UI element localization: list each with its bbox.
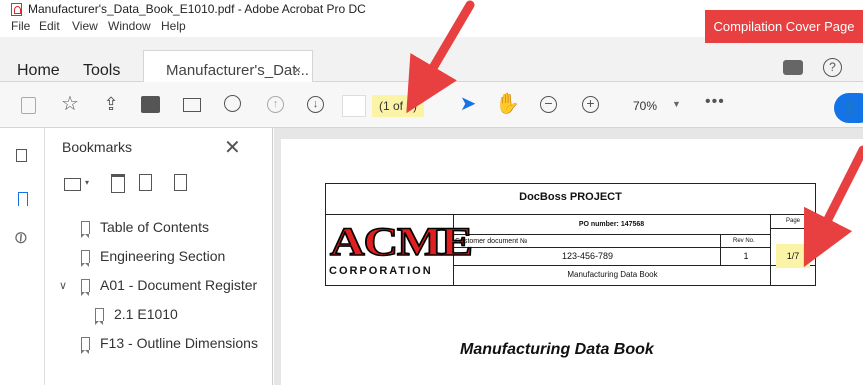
bookmarks-title: Bookmarks xyxy=(62,139,133,155)
add-user-button[interactable]: 👤 xyxy=(834,93,863,123)
table-rule xyxy=(325,214,816,215)
bookmark-item[interactable]: Table of Contents xyxy=(100,219,209,235)
zoom-in-icon[interactable]: + xyxy=(582,96,599,113)
hand-tool-icon[interactable]: ✋ xyxy=(495,92,520,116)
tab-tools[interactable]: Tools xyxy=(83,62,120,80)
menu-view[interactable]: View xyxy=(72,19,98,33)
next-page-icon[interactable]: ↓ xyxy=(307,96,324,113)
email-icon[interactable] xyxy=(183,98,201,112)
page-number-input[interactable] xyxy=(342,95,366,117)
bookmark-star-icon[interactable]: ☆ xyxy=(58,92,82,116)
pdf-file-icon xyxy=(11,3,22,16)
more-tools-button[interactable]: ••• xyxy=(705,93,725,111)
tabs-row xyxy=(0,37,863,82)
add-user-icon: 👤 xyxy=(842,100,859,115)
zoom-out-icon[interactable]: − xyxy=(540,96,557,113)
menu-file[interactable]: File xyxy=(11,19,30,33)
menu-window[interactable]: Window xyxy=(108,19,151,33)
table-rule xyxy=(770,228,816,229)
page-label: Page xyxy=(786,218,801,224)
help-icon[interactable]: ? xyxy=(823,58,842,77)
bookmark-item[interactable]: A01 - Document Register xyxy=(100,277,257,293)
menu-help[interactable]: Help xyxy=(161,19,186,33)
rev-label: Rev No. xyxy=(733,238,755,244)
zoom-level[interactable]: 70% xyxy=(633,99,657,113)
page-count: (1 of 7) xyxy=(372,95,424,117)
page-value: 1/7 xyxy=(786,251,800,261)
close-panel-button[interactable]: ✕ xyxy=(224,135,241,160)
acme-logo: ACME xyxy=(329,219,474,264)
bookmark-search-icon[interactable] xyxy=(174,174,187,191)
new-bookmark-icon[interactable] xyxy=(139,174,152,191)
customer-doc-number: 123-456-789 xyxy=(561,251,614,261)
bookmark-item[interactable]: 2.1 E1010 xyxy=(114,306,178,322)
menu-edit[interactable]: Edit xyxy=(39,19,60,33)
previous-page-icon[interactable]: ↑ xyxy=(267,96,284,113)
select-cursor-icon[interactable]: ➤ xyxy=(456,92,480,116)
options-menu-icon[interactable] xyxy=(64,178,81,191)
bookmark-icon xyxy=(81,221,90,238)
project-title: DocBoss PROJECT xyxy=(519,191,622,203)
comment-icon[interactable] xyxy=(783,60,803,75)
tab-home[interactable]: Home xyxy=(17,62,60,80)
chevron-down-icon[interactable]: ▾ xyxy=(85,178,89,187)
bookmark-icon xyxy=(81,337,90,354)
page-thumbnails-icon[interactable] xyxy=(16,149,27,162)
document-heading: Manufacturing Data Book xyxy=(460,341,654,358)
window-title: Manufacturer's_Data_Book_E1010.pdf - Ado… xyxy=(28,2,366,16)
tab-close-button[interactable]: × xyxy=(294,63,301,77)
chevron-down-icon[interactable]: ▼ xyxy=(672,99,681,109)
table-rule xyxy=(720,234,721,265)
cloud-upload-icon[interactable]: ⇪ xyxy=(99,92,123,116)
rev-value: 1 xyxy=(743,251,749,261)
bookmark-icon xyxy=(81,279,90,296)
bookmark-icon xyxy=(81,250,90,267)
acme-logo-subtext: CORPORATION xyxy=(329,265,433,277)
toolbar xyxy=(0,82,863,128)
table-rule xyxy=(453,265,816,266)
doc-title-cell: Manufacturing Data Book xyxy=(567,270,658,279)
delete-icon[interactable] xyxy=(111,174,125,193)
search-zoom-icon[interactable] xyxy=(224,95,241,112)
expand-chevron-icon[interactable]: ∨ xyxy=(59,279,67,292)
save-icon[interactable] xyxy=(21,97,36,114)
tab-document-label: Manufacturer's_Dat... xyxy=(166,62,309,79)
table-rule xyxy=(453,247,770,248)
bookmark-item[interactable]: Engineering Section xyxy=(100,248,225,264)
customer-doc-label: Customer document № xyxy=(455,238,528,245)
table-rule xyxy=(770,214,771,285)
annotation-badge: Compilation Cover Page xyxy=(705,10,863,43)
bookmark-item[interactable]: F13 - Outline Dimensions xyxy=(100,335,258,351)
bookmark-icon xyxy=(95,308,104,325)
table-rule xyxy=(453,234,770,235)
bookmarks-panel-icon[interactable] xyxy=(18,192,28,206)
po-number: PO number: 147568 xyxy=(578,221,645,228)
print-icon[interactable] xyxy=(141,96,160,113)
navigation-rail xyxy=(0,128,45,385)
